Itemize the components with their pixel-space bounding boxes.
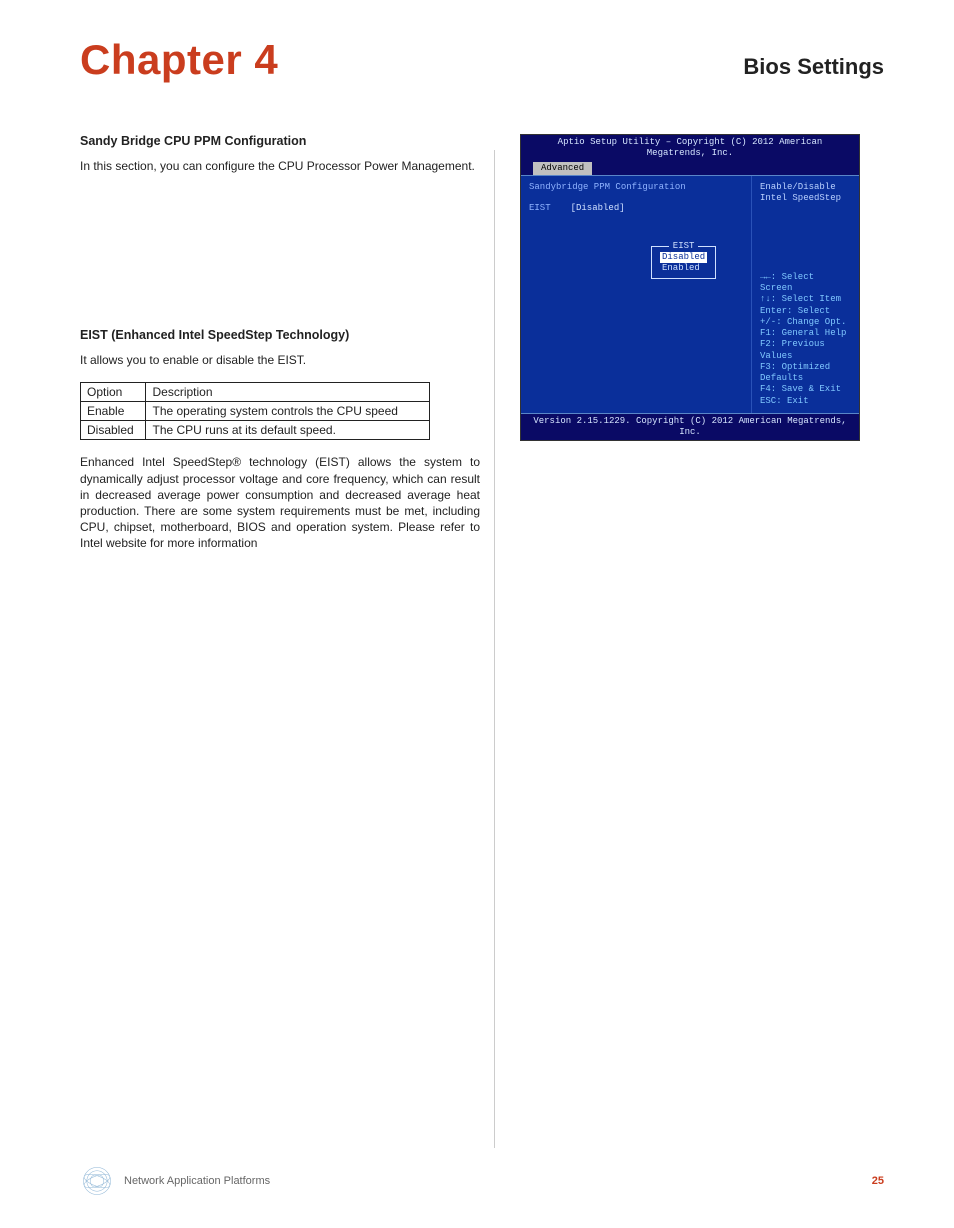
page-footer: Network Application Platforms 25 (80, 1164, 884, 1198)
paragraph-ppm-intro: In this section, you can configure the C… (80, 158, 480, 174)
bios-popup-option-enabled[interactable]: Enabled (660, 263, 707, 274)
bios-help-line: F3: Optimized Defaults (760, 362, 851, 385)
heading-ppm-config: Sandy Bridge CPU PPM Configuration (80, 134, 480, 148)
bios-help-panel: Enable/Disable Intel SpeedStep →←: Selec… (751, 176, 859, 413)
table-row: Option Description (81, 383, 430, 402)
table-cell: Disabled (81, 421, 146, 440)
bios-help-line: +/-: Change Opt. (760, 317, 851, 328)
left-column: Sandy Bridge CPU PPM Configuration In th… (80, 134, 480, 566)
bios-title-bar: Aptio Setup Utility – Copyright (C) 2012… (521, 135, 859, 175)
table-header-option: Option (81, 383, 146, 402)
bios-item-label: EIST (529, 203, 551, 214)
globe-logo-icon (80, 1164, 114, 1198)
bios-help-line: F1: General Help (760, 328, 851, 339)
table-cell: The operating system controls the CPU sp… (146, 402, 430, 421)
bios-key-help: →←: Select Screen ↑↓: Select Item Enter:… (760, 272, 851, 407)
bios-section-label: Sandybridge PPM Configuration (529, 182, 743, 193)
bios-tab-advanced[interactable]: Advanced (533, 162, 592, 175)
bios-help-description: Enable/Disable Intel SpeedStep (760, 182, 851, 272)
paragraph-eist-intro: It allows you to enable or disable the E… (80, 352, 480, 368)
bios-help-line: ESC: Exit (760, 396, 851, 407)
bios-help-line: F4: Save & Exit (760, 384, 851, 395)
bios-popup-title: EIST (660, 241, 707, 252)
bios-title: Aptio Setup Utility – Copyright (C) 2012… (527, 137, 853, 160)
bios-main-panel: Sandybridge PPM Configuration EIST [Disa… (521, 176, 751, 413)
table-cell: The CPU runs at its default speed. (146, 421, 430, 440)
bios-help-line: →←: Select Screen (760, 272, 851, 295)
bios-popup-option-disabled[interactable]: Disabled (660, 252, 707, 263)
bios-popup-eist: EIST Disabled Enabled (651, 246, 716, 279)
table-row: Enable The operating system controls the… (81, 402, 430, 421)
footer-text: Network Application Platforms (124, 1175, 872, 1187)
bios-footer: Version 2.15.1229. Copyright (C) 2012 Am… (521, 413, 859, 441)
bios-item-eist[interactable]: EIST [Disabled] (529, 203, 743, 214)
bios-item-value: [Disabled] (571, 203, 625, 214)
table-cell: Enable (81, 402, 146, 421)
paragraph-eist-detail: Enhanced Intel SpeedStep® technology (EI… (80, 454, 480, 551)
bios-help-line: F2: Previous Values (760, 339, 851, 362)
bios-help-line: ↑↓: Select Item (760, 294, 851, 305)
right-column: Aptio Setup Utility – Copyright (C) 2012… (520, 134, 884, 566)
eist-option-table: Option Description Enable The operating … (80, 382, 430, 440)
page-number: 25 (872, 1175, 884, 1187)
table-header-description: Description (146, 383, 430, 402)
bios-screenshot: Aptio Setup Utility – Copyright (C) 2012… (520, 134, 860, 441)
chapter-title: Chapter 4 (80, 36, 278, 84)
bios-help-line: Enter: Select (760, 306, 851, 317)
table-row: Disabled The CPU runs at its default spe… (81, 421, 430, 440)
column-divider (494, 150, 495, 1148)
section-title: Bios Settings (743, 54, 884, 80)
heading-eist: EIST (Enhanced Intel SpeedStep Technolog… (80, 328, 480, 342)
